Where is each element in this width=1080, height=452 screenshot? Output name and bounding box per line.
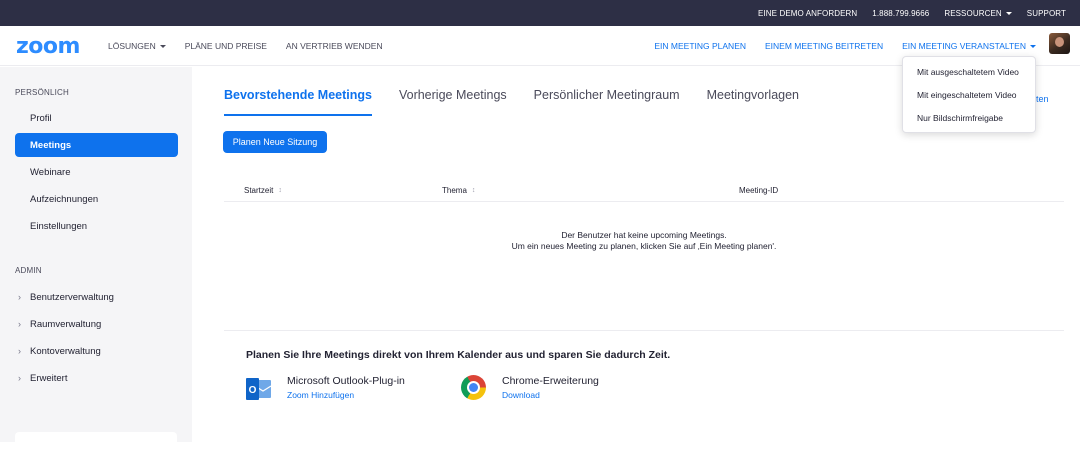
sidebar-item-webinars[interactable]: Webinare <box>15 160 178 184</box>
schedule-new-session-button[interactable]: Planen Neue Sitzung <box>223 131 327 153</box>
sidebar-item-account-management[interactable]: › Kontoverwaltung <box>15 339 178 363</box>
personal-section-label: PERSÖNLICH <box>15 88 70 97</box>
sidebar-bottom-card <box>15 432 177 452</box>
host-meeting-menu[interactable]: EIN MEETING VERANSTALTEN <box>902 41 1036 51</box>
primary-nav: LÖSUNGEN PLÄNE UND PREISE AN VERTRIEB WE… <box>108 26 402 66</box>
sidebar-item-user-management[interactable]: › Benutzerverwaltung <box>15 285 178 309</box>
admin-section-label: ADMIN <box>15 266 42 275</box>
top-bar: EINE DEMO ANFORDERN 1.888.799.9666 RESSO… <box>0 0 1080 26</box>
empty-line-1: Der Benutzer hat keine upcoming Meetings… <box>561 230 727 240</box>
column-start-time[interactable]: Startzeit ↕ <box>244 186 282 195</box>
outlook-icon: O <box>246 378 272 400</box>
nav-solutions[interactable]: LÖSUNGEN <box>108 41 166 51</box>
menu-item-video-off[interactable]: Mit ausgeschaltetem Video <box>917 67 1019 77</box>
tab-previous-meetings[interactable]: Vorherige Meetings <box>399 88 507 116</box>
chevron-right-icon: › <box>18 373 21 383</box>
nav-contact-sales[interactable]: AN VERTRIEB WENDEN <box>286 41 383 51</box>
sidebar: PERSÖNLICH Profil Meetings Webinare Aufz… <box>0 67 192 452</box>
chevron-right-icon: › <box>18 346 21 356</box>
download-link[interactable]: Download <box>502 390 599 400</box>
sidebar-item-advanced[interactable]: › Erweitert <box>15 366 178 390</box>
join-meeting-link[interactable]: EINEM MEETING BEITRETEN <box>765 41 883 51</box>
sidebar-item-label: Benutzerverwaltung <box>30 291 114 303</box>
sidebar-item-label: Erweitert <box>30 372 68 384</box>
obscured-link[interactable]: ten <box>1036 94 1049 104</box>
add-zoom-link[interactable]: Zoom Hinzufügen <box>287 390 405 400</box>
empty-line-2: Um ein neues Meeting zu planen, klicken … <box>511 241 777 251</box>
column-topic[interactable]: Thema ↕ <box>442 186 475 195</box>
resources-label: RESSOURCEN <box>944 8 1002 18</box>
host-meeting-label: EIN MEETING VERANSTALTEN <box>902 41 1026 51</box>
sidebar-item-meetings[interactable]: Meetings <box>15 133 178 157</box>
tab-personal-meeting-room[interactable]: Persönlicher Meetingraum <box>534 88 680 116</box>
svg-text:O: O <box>249 385 257 396</box>
nav-plans-pricing[interactable]: PLÄNE UND PREISE <box>185 41 267 51</box>
sidebar-item-profile[interactable]: Profil <box>15 106 178 130</box>
resources-menu[interactable]: RESSOURCEN <box>944 8 1012 18</box>
chevron-right-icon: › <box>18 292 21 302</box>
meeting-tabs: Bevorstehende Meetings Vorherige Meeting… <box>224 88 826 116</box>
chrome-extension: Chrome-Erweiterung Download <box>502 375 599 400</box>
schedule-meeting-link[interactable]: EIN MEETING PLANEN <box>654 41 746 51</box>
chevron-down-icon <box>1005 11 1012 15</box>
sort-icon: ↕ <box>278 187 282 194</box>
chevron-right-icon: › <box>18 319 21 329</box>
tab-upcoming-meetings[interactable]: Bevorstehende Meetings <box>224 88 372 116</box>
chrome-icon <box>461 375 486 400</box>
sort-icon: ↕ <box>471 187 476 194</box>
column-label: Startzeit <box>244 186 274 195</box>
menu-item-video-on[interactable]: Mit eingeschaltetem Video <box>917 90 1017 100</box>
chrome-extension-name: Chrome-Erweiterung <box>502 375 599 387</box>
sidebar-item-label: Kontoverwaltung <box>30 345 101 357</box>
chevron-down-icon <box>159 44 166 48</box>
calendar-integration-title: Planen Sie Ihre Meetings direkt von Ihre… <box>246 349 671 361</box>
column-meeting-id: Meeting-ID <box>739 186 778 195</box>
outlook-plugin-name: Microsoft Outlook-Plug-in <box>287 375 405 387</box>
sidebar-item-recordings[interactable]: Aufzeichnungen <box>15 187 178 211</box>
avatar[interactable] <box>1049 33 1070 54</box>
sidebar-item-label: Raumverwaltung <box>30 318 102 330</box>
request-demo-link[interactable]: EINE DEMO ANFORDERN <box>758 9 857 18</box>
phone-number: 1.888.799.9666 <box>872 8 930 18</box>
support-link[interactable]: SUPPORT <box>1027 9 1066 18</box>
sidebar-item-room-management[interactable]: › Raumverwaltung <box>15 312 178 336</box>
column-label: Thema <box>442 186 467 195</box>
menu-item-screen-share-only[interactable]: Nur Bildschirmfreigabe <box>917 113 1003 123</box>
zoom-logo[interactable]: zoom <box>16 34 80 59</box>
chevron-down-icon <box>1030 44 1036 48</box>
meetings-table-header: Startzeit ↕ Thema ↕ Meeting-ID <box>224 180 1064 202</box>
host-meeting-dropdown: Mit ausgeschaltetem Video Mit eingeschal… <box>902 56 1036 133</box>
empty-state-message: Der Benutzer hat keine upcoming Meetings… <box>224 230 1064 252</box>
tab-meeting-templates[interactable]: Meetingvorlagen <box>707 88 799 116</box>
sidebar-item-settings[interactable]: Einstellungen <box>15 214 178 238</box>
column-label: Meeting-ID <box>739 186 779 195</box>
outlook-plugin: Microsoft Outlook-Plug-in Zoom Hinzufüge… <box>287 375 405 400</box>
section-divider <box>224 330 1064 331</box>
nav-solutions-label: LÖSUNGEN <box>108 41 156 51</box>
